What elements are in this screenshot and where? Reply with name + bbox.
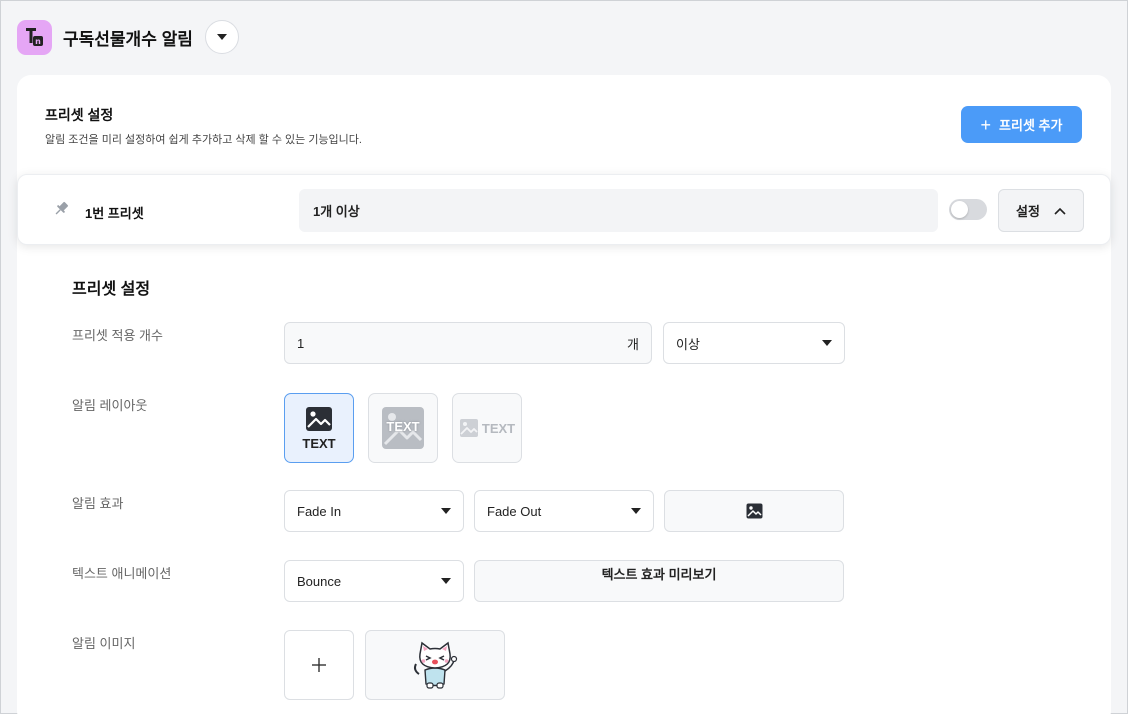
caret-down-icon	[216, 34, 227, 40]
caret-down-icon	[441, 508, 451, 514]
layout-option-image-left[interactable]: TEXT	[452, 393, 522, 463]
layout-option-image-top[interactable]: TEXT	[284, 393, 354, 463]
image-label: 알림 이미지	[72, 636, 136, 651]
apply-count-label: 프리셋 적용 개수	[72, 328, 163, 343]
effect-out-select[interactable]: Fade Out	[474, 490, 654, 532]
effect-in-select[interactable]: Fade In	[284, 490, 464, 532]
preset-row[interactable]: 1번 프리셋 1개 이상 설정	[17, 174, 1111, 245]
preset-settings-button[interactable]: 설정	[998, 189, 1084, 232]
preset-summary: 1개 이상	[299, 189, 938, 232]
card-title: 프리셋 설정	[45, 107, 114, 123]
layout-option-text-overlay[interactable]: TEXT	[368, 393, 438, 463]
text-overlay-preview: TEXT	[381, 406, 425, 450]
caret-down-icon	[441, 578, 451, 584]
layout-option-text: TEXT	[481, 420, 516, 436]
app-header: n 구독선물개수 알림	[17, 19, 239, 55]
effect-preview[interactable]	[664, 490, 844, 532]
app-title: 구독선물개수 알림	[63, 29, 193, 49]
effect-in-value: Fade In	[297, 503, 342, 519]
layout-option-text: TEXT	[386, 419, 420, 434]
pin-icon[interactable]	[52, 200, 70, 218]
add-preset-label: 프리셋 추가	[999, 118, 1063, 133]
preset-settings-card: 프리셋 설정 알림 조건을 미리 설정하여 쉽게 추가하고 삭제 할 수 있는 …	[17, 75, 1111, 714]
preset-enable-toggle[interactable]	[949, 199, 987, 220]
text-animation-preview-label: 텍스트 효과 미리보기	[601, 567, 717, 582]
image-icon	[746, 503, 762, 519]
preset-name: 1번 프리셋	[85, 206, 144, 221]
cat-character-image	[414, 641, 458, 689]
effect-label: 알림 효과	[72, 496, 124, 511]
apply-condition-value: 이상	[676, 336, 700, 352]
settings-section-title: 프리셋 설정	[72, 281, 151, 298]
card-description: 알림 조건을 미리 설정하여 쉽게 추가하고 삭제 할 수 있는 기능입니다.	[45, 134, 362, 146]
apply-condition-select[interactable]: 이상	[663, 322, 845, 364]
apply-count-unit: 개	[627, 336, 639, 352]
effect-out-value: Fade Out	[487, 503, 542, 519]
svg-text:n: n	[35, 37, 41, 46]
layout-label: 알림 레이아웃	[72, 398, 148, 413]
image-thumbnail[interactable]	[365, 630, 505, 700]
app-switcher-button[interactable]	[204, 20, 239, 54]
image-icon	[459, 419, 478, 437]
add-preset-button[interactable]: + 프리셋 추가	[961, 106, 1082, 143]
caret-down-icon	[631, 508, 641, 514]
chevron-up-icon	[1054, 207, 1066, 215]
text-animation-select[interactable]: Bounce	[284, 560, 464, 602]
add-image-button[interactable]	[284, 630, 354, 700]
caret-down-icon	[822, 340, 832, 346]
text-animation-value: Bounce	[297, 573, 342, 589]
tn-logo-icon: n	[17, 19, 52, 55]
plus-icon	[312, 658, 326, 672]
text-animation-label: 텍스트 애니메이션	[72, 566, 172, 581]
text-animation-preview[interactable]: 텍스트 효과 미리보기	[474, 560, 844, 602]
apply-count-input[interactable]: 1 개	[284, 322, 652, 364]
settings-label: 설정	[1016, 204, 1040, 219]
preset-summary-text: 1개 이상	[313, 204, 360, 219]
image-icon	[306, 406, 332, 431]
layout-option-text: TEXT	[302, 435, 336, 451]
toggle-knob	[951, 201, 968, 218]
apply-count-value: 1	[297, 335, 305, 351]
plus-icon: +	[980, 114, 992, 135]
